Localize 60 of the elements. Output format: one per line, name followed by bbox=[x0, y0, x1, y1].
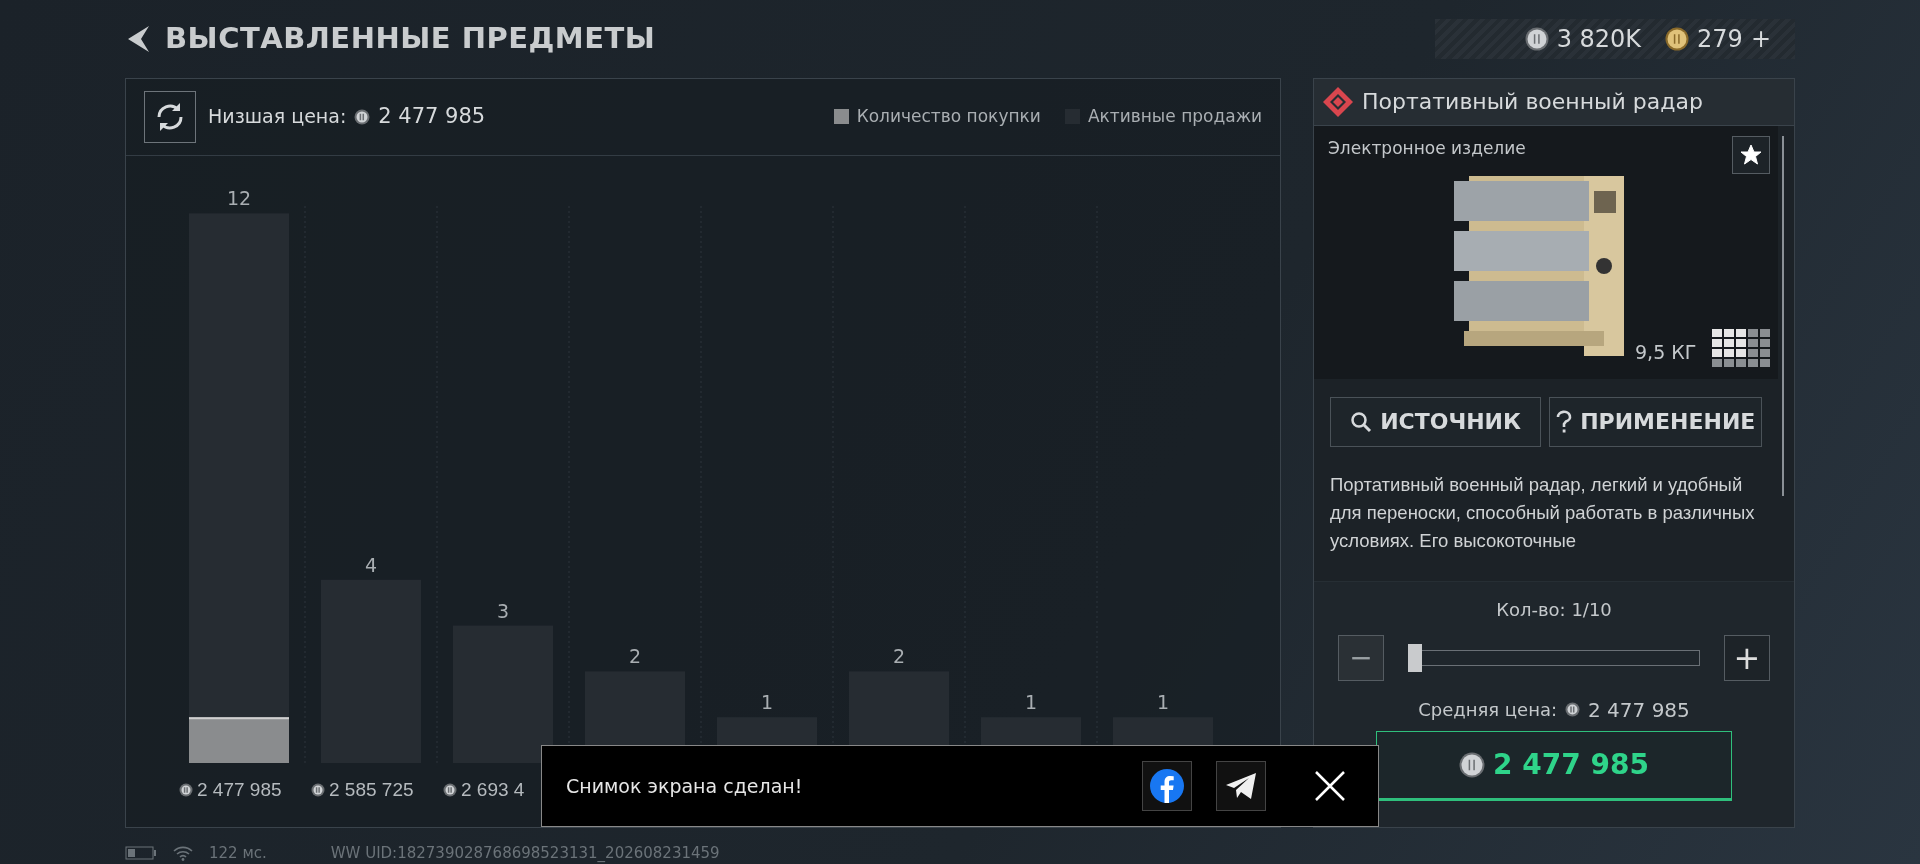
bar-value-label: 4 bbox=[364, 553, 378, 576]
buy-button[interactable]: 2 477 985 bbox=[1376, 730, 1732, 801]
bar-value-label: 1 bbox=[1024, 690, 1038, 713]
star-icon bbox=[1740, 143, 1763, 166]
increase-button[interactable]: + bbox=[1724, 634, 1770, 681]
coin-icon bbox=[311, 782, 325, 797]
bar-value-label: 1 bbox=[760, 690, 774, 713]
favorite-button[interactable] bbox=[1732, 135, 1771, 174]
price-label: 2 585 725 bbox=[329, 777, 414, 802]
currency-amount: 3 820K bbox=[1556, 23, 1642, 55]
lowest-price-value: 2 477 985 bbox=[378, 102, 486, 130]
paper-plane-icon bbox=[1225, 772, 1257, 800]
item-weight: 9,5 КГ bbox=[1635, 340, 1697, 365]
share-button[interactable] bbox=[1216, 761, 1266, 811]
legend-label: Количество покупки bbox=[856, 104, 1041, 128]
bar-value-label: 2 bbox=[892, 644, 906, 667]
coin-icon bbox=[179, 782, 193, 797]
share-button[interactable] bbox=[1142, 761, 1192, 811]
bar-value-label: 2 bbox=[628, 644, 642, 667]
question-mark-icon bbox=[1556, 409, 1573, 434]
uid-text: WW UID:182739028768698523131_202608231459 bbox=[330, 842, 720, 864]
size-grid-icon bbox=[1712, 328, 1771, 367]
usage-button[interactable]: ПРИМЕНЕНИЕ bbox=[1549, 396, 1763, 447]
battery-icon bbox=[125, 845, 157, 860]
slider-thumb[interactable] bbox=[1408, 643, 1422, 672]
decrease-button[interactable]: − bbox=[1338, 634, 1384, 681]
item-name: Портативный военный радар bbox=[1362, 88, 1703, 116]
lowest-price-label: Низшая цена: bbox=[208, 104, 347, 130]
coin-icon bbox=[354, 108, 371, 125]
bar-value-label: 3 bbox=[496, 599, 510, 622]
item-category: Электронное изделие bbox=[1328, 136, 1526, 160]
ping-text: 122 мс. bbox=[209, 842, 267, 864]
legend-label: Активные продажи bbox=[1087, 104, 1262, 128]
price-label: 2 693 4 bbox=[461, 777, 525, 802]
page-title: ВЫСТАВЛЕННЫЕ ПРЕДМЕТЫ bbox=[165, 20, 656, 57]
average-price-value: 2 477 985 bbox=[1588, 696, 1690, 724]
coin-icon bbox=[1524, 26, 1549, 51]
average-price-label: Средняя цена: bbox=[1418, 698, 1558, 722]
diamond-icon bbox=[1322, 85, 1354, 118]
quantity-slider[interactable] bbox=[1408, 643, 1700, 672]
wifi-icon bbox=[173, 844, 193, 861]
notification-text: Снимок экрана сделан! bbox=[566, 773, 803, 799]
price-label: 2 477 985 bbox=[197, 777, 282, 802]
currency-amount: 279 bbox=[1697, 23, 1743, 55]
token-icon bbox=[1665, 26, 1690, 51]
source-button[interactable]: ИСТОЧНИК bbox=[1330, 396, 1542, 447]
search-icon bbox=[1350, 410, 1373, 433]
close-button[interactable] bbox=[1314, 770, 1346, 802]
item-description: Портативный военный радар, легкий и удобный для переноски, способный работать в различных условиях. Его высокоточные bbox=[1329, 472, 1756, 553]
coin-icon bbox=[443, 782, 457, 797]
add-currency-button[interactable]: + bbox=[1750, 20, 1771, 57]
social-f-icon bbox=[1149, 768, 1185, 804]
scrollbar[interactable] bbox=[1782, 135, 1784, 496]
refresh-button[interactable] bbox=[144, 90, 196, 143]
coin-icon bbox=[1565, 702, 1581, 717]
bar-value-label: 1 bbox=[1156, 690, 1170, 713]
close-icon bbox=[1314, 770, 1346, 802]
quantity-label: Кол-во: 1/10 bbox=[1496, 597, 1612, 622]
bar-value-label: 12 bbox=[226, 186, 252, 209]
coin-icon bbox=[1459, 751, 1486, 778]
